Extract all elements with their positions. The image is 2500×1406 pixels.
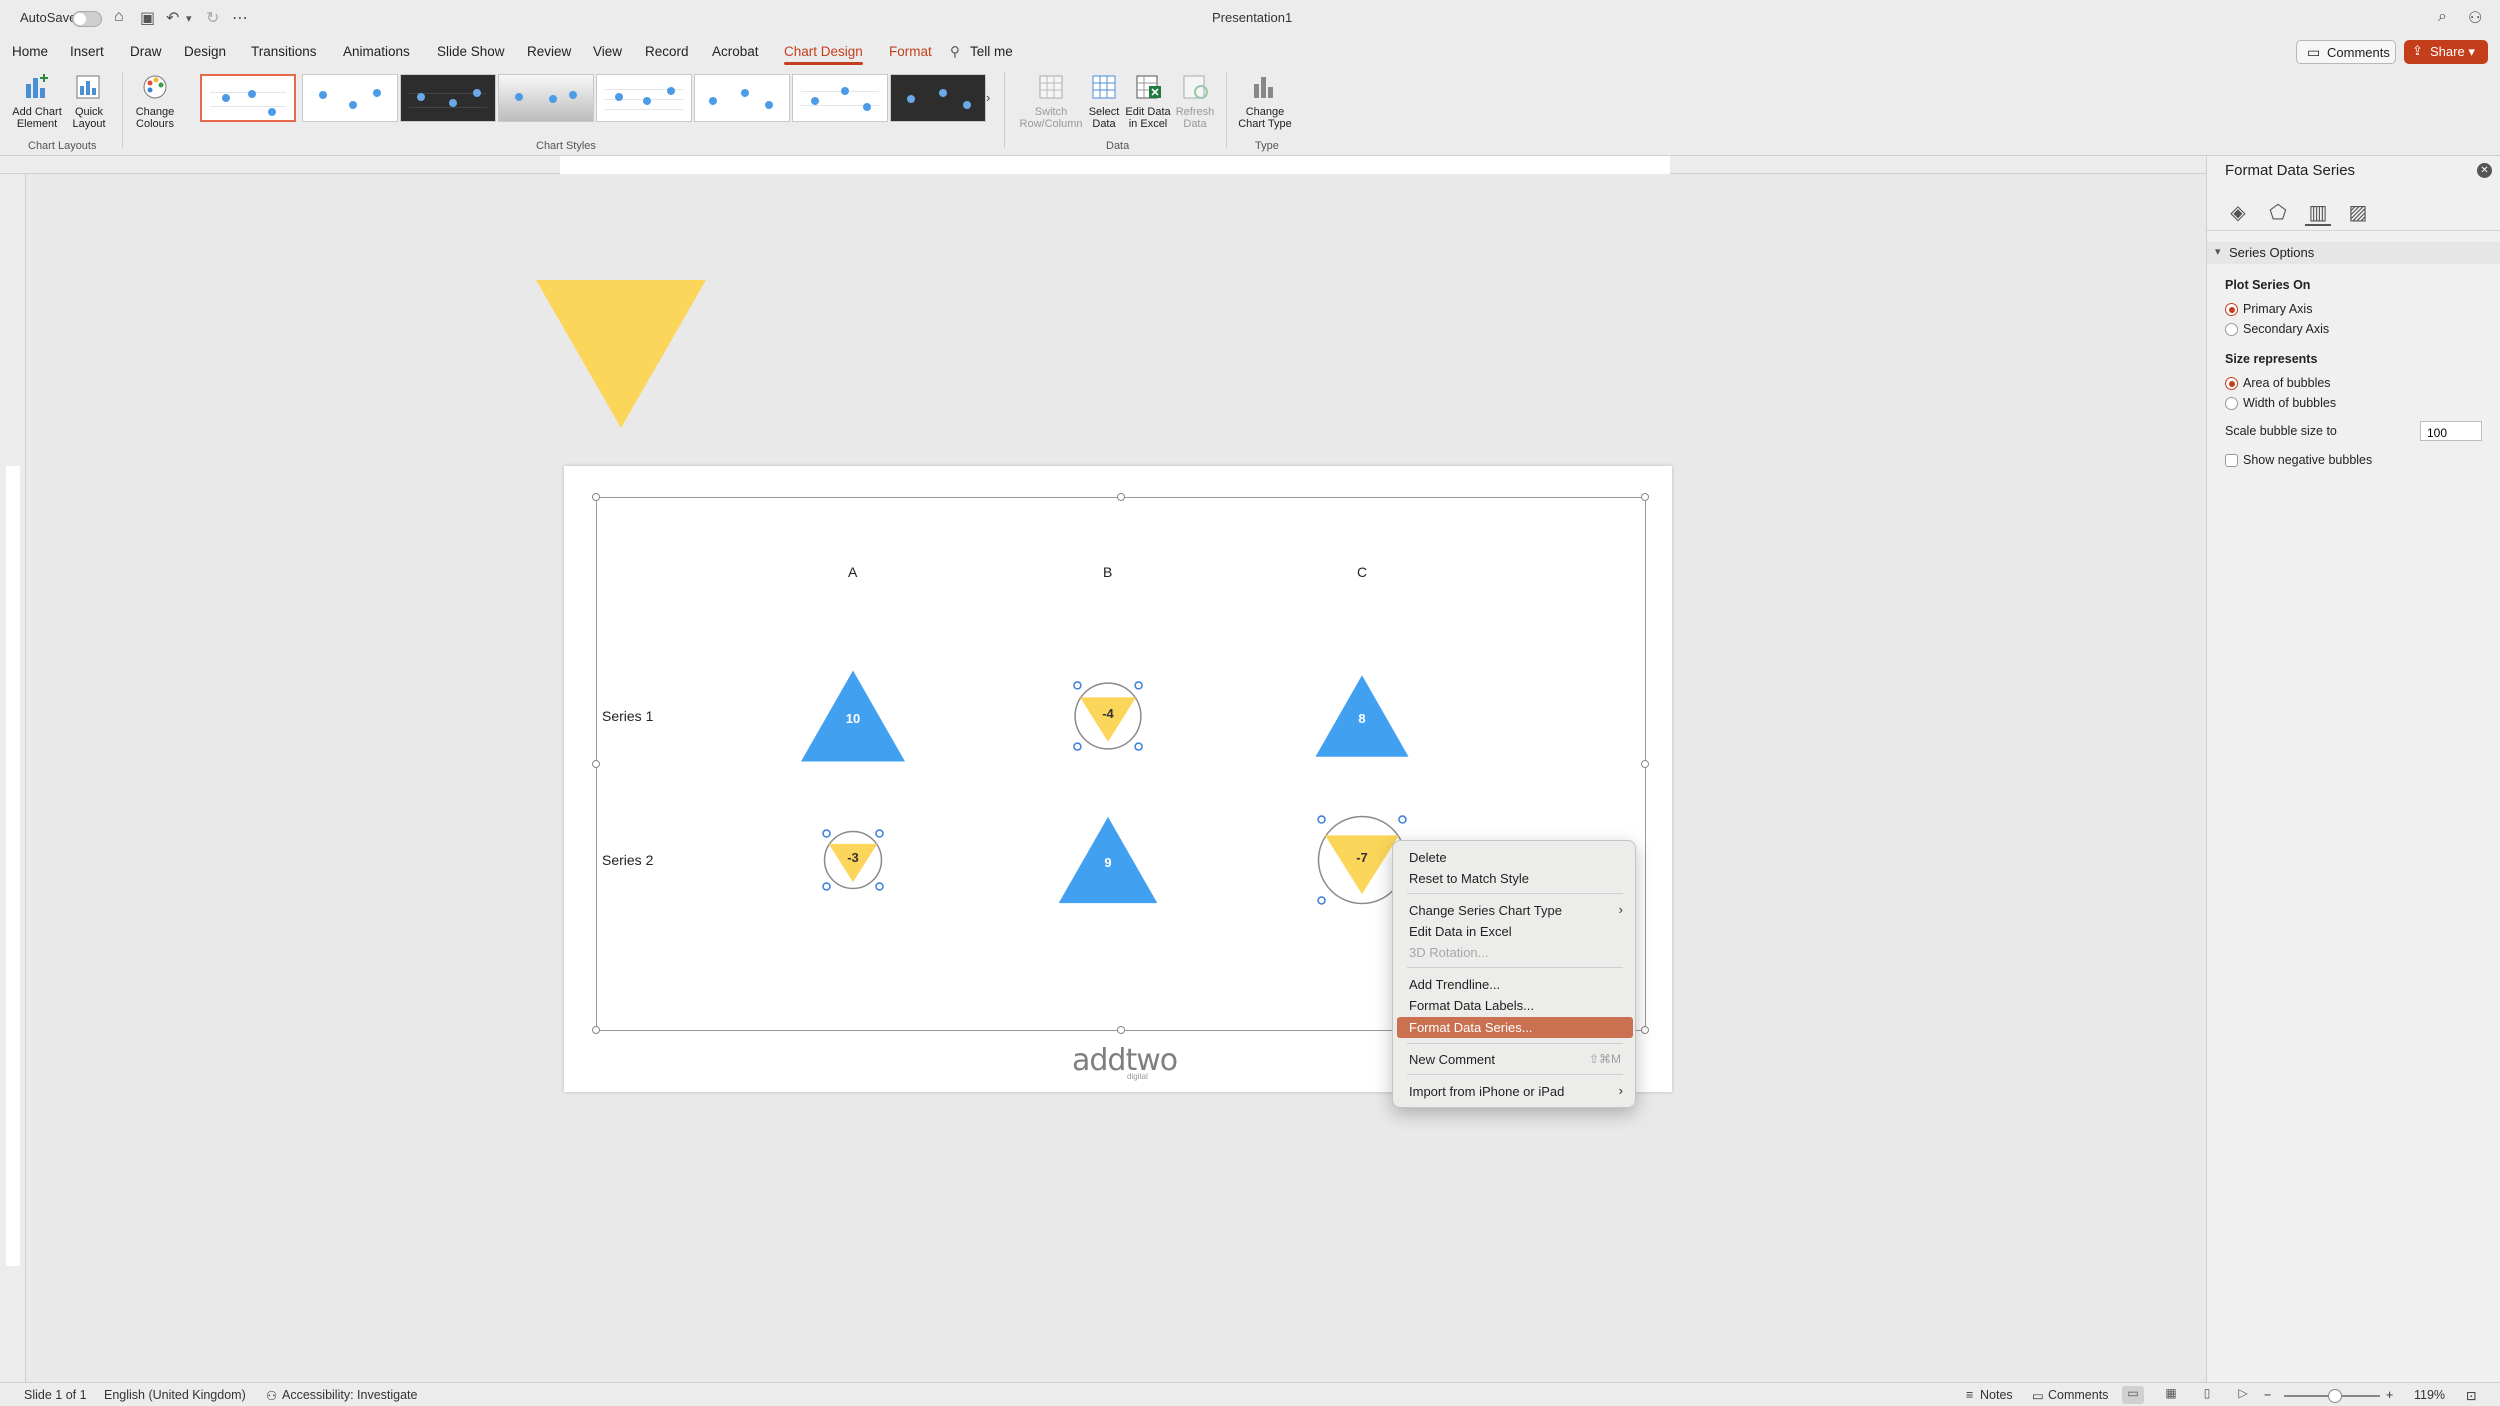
bubble-s2-a-selection-handle[interactable] (822, 882, 831, 891)
menu-item-delete[interactable]: Delete (1397, 847, 1633, 868)
menu-item-change-series-chart-type[interactable]: Change Series Chart Type › (1397, 900, 1633, 921)
scale-bubble-size-label: Scale bubble size to (2225, 424, 2337, 438)
zoom-in-icon[interactable]: + (2386, 1388, 2393, 1402)
bubble-s2-a-selection-handle[interactable] (875, 882, 884, 891)
notes-icon: ≡ (1966, 1388, 1974, 1402)
width-of-bubbles-radio[interactable]: Width of bubbles (2225, 396, 2336, 410)
menu-item-label: Reset to Match Style (1409, 871, 1529, 886)
effects-pentagon-icon[interactable]: ⬠ (2265, 200, 2291, 226)
menu-item-label: Change Series Chart Type (1409, 903, 1562, 918)
pane-tab-divider (2207, 230, 2500, 231)
primary-axis-label: Primary Axis (2243, 302, 2313, 316)
menu-separator (1407, 967, 1623, 968)
menu-item-label: Format Data Series... (1409, 1020, 1533, 1035)
menu-item-format-data-series[interactable]: Format Data Series... (1397, 1017, 1633, 1038)
bubble-s2-b-data-label[interactable]: 9 (1088, 855, 1128, 870)
bubble-s1-b-selection-handle[interactable] (1073, 742, 1082, 751)
menu-item-reset-to-match-style[interactable]: Reset to Match Style (1397, 868, 1633, 889)
menu-item-label: Import from iPhone or iPad (1409, 1084, 1565, 1099)
menu-item-label: Edit Data in Excel (1409, 924, 1512, 939)
bubble-s2-a-selection-handle[interactable] (822, 829, 831, 838)
menu-item-label: New Comment (1409, 1052, 1495, 1067)
bubble-s2-c-selection-handle[interactable] (1398, 815, 1407, 824)
series-options-label: Series Options (2229, 245, 2315, 260)
addtwo-logo: addtwo (1072, 1043, 1178, 1078)
slide-sorter-icon[interactable]: ▦ (2160, 1386, 2182, 1404)
submenu-arrow-icon: › (1618, 1083, 1623, 1098)
area-of-bubbles-radio[interactable]: Area of bubbles (2225, 376, 2331, 390)
series-options-icon[interactable]: ▥ (2305, 200, 2331, 226)
primary-axis-radio[interactable]: Primary Axis (2225, 302, 2312, 316)
plot-series-on-heading: Plot Series On (2225, 278, 2311, 292)
secondary-axis-radio[interactable]: Secondary Axis (2225, 322, 2329, 336)
radio-unselected[interactable] (2225, 323, 2238, 336)
picture-icon[interactable]: ▨ (2345, 200, 2371, 226)
menu-item-label: Add Trendline... (1409, 977, 1501, 992)
menu-item-label: Format Data Labels... (1409, 998, 1534, 1013)
bubble-s1-b-selection-handle[interactable] (1134, 742, 1143, 751)
fill-line-icon[interactable]: ◈ (2225, 200, 2251, 226)
bubble-s1-a-data-label[interactable]: 10 (833, 711, 873, 726)
show-negative-bubbles-checkbox[interactable]: Show negative bubbles (2225, 453, 2372, 467)
normal-view-icon[interactable]: ▭ (2122, 1386, 2144, 1404)
menu-separator (1407, 893, 1623, 894)
notes-button[interactable]: Notes (1980, 1388, 2013, 1402)
context-menu: Delete Reset to Match Style Change Serie… (1392, 840, 1636, 1108)
radio-selected[interactable] (2225, 303, 2238, 316)
menu-item-label: Delete (1409, 850, 1447, 865)
status-bar: Slide 1 of 1 English (United Kingdom) ⚇ … (0, 1382, 2500, 1406)
comments-icon: ▭ (2032, 1389, 2044, 1403)
comments-status-button[interactable]: Comments (2048, 1388, 2108, 1402)
slide-counter: Slide 1 of 1 (24, 1388, 87, 1402)
show-negative-bubbles-label: Show negative bubbles (2243, 453, 2373, 467)
menu-item-label: 3D Rotation... (1409, 945, 1489, 960)
bubble-s2-a-data-label[interactable]: -3 (833, 850, 873, 865)
bubble-plot[interactable] (0, 0, 2500, 1406)
accessibility-status[interactable]: Accessibility: Investigate (282, 1388, 417, 1402)
bubble-s1-c-data-label[interactable]: 8 (1342, 711, 1382, 726)
language-indicator[interactable]: English (United Kingdom) (104, 1388, 246, 1402)
format-data-series-pane: Format Data Series ✕ ◈ ⬠ ▥ ▨ ▾ Series Opt… (2206, 156, 2500, 1382)
addtwo-logo-sub: digital (1127, 1072, 1148, 1081)
bubble-s2-a-selection-handle[interactable] (875, 829, 884, 838)
menu-item-edit-data-in-excel[interactable]: Edit Data in Excel (1397, 921, 1633, 942)
bubble-s1-b-selection-handle[interactable] (1134, 681, 1143, 690)
size-represents-heading: Size represents (2225, 352, 2318, 366)
zoom-out-icon[interactable]: − (2264, 1388, 2271, 1402)
bubble-s2-c-data-label[interactable]: -7 (1342, 850, 1382, 865)
menu-separator (1407, 1074, 1623, 1075)
menu-item-3d-rotation[interactable]: 3D Rotation... (1397, 942, 1633, 963)
menu-item-format-data-labels[interactable]: Format Data Labels... (1397, 995, 1633, 1016)
width-of-bubbles-label: Width of bubbles (2243, 396, 2337, 410)
bubble-s2-c-selection-handle[interactable] (1317, 896, 1326, 905)
menu-item-add-trendline[interactable]: Add Trendline... (1397, 974, 1633, 995)
reading-view-icon[interactable]: ▯ (2196, 1386, 2218, 1404)
accessibility-icon: ⚇ (266, 1389, 278, 1403)
menu-item-shortcut: ⇧⌘M (1588, 1052, 1621, 1066)
radio-unselected[interactable] (2225, 397, 2238, 410)
chevron-down-icon: ▾ (2215, 246, 2221, 258)
bubble-s2-c-selection-handle[interactable] (1317, 815, 1326, 824)
menu-item-import-from-iphone[interactable]: Import from iPhone or iPad › (1397, 1081, 1633, 1102)
submenu-arrow-icon: › (1618, 902, 1623, 917)
zoom-slider-knob[interactable] (2328, 1389, 2342, 1403)
close-icon[interactable]: ✕ (2477, 163, 2492, 178)
series-options-header[interactable]: ▾ Series Options (2207, 242, 2500, 264)
bubble-s1-b-selection-handle[interactable] (1073, 681, 1082, 690)
menu-item-new-comment[interactable]: New Comment ⇧⌘M (1397, 1049, 1633, 1070)
fit-to-window-icon[interactable]: ⊡ (2466, 1388, 2476, 1403)
zoom-level[interactable]: 119% (2414, 1388, 2445, 1402)
bubble-s1-b-data-label[interactable]: -4 (1088, 706, 1128, 721)
pane-title: Format Data Series (2225, 162, 2356, 179)
scale-bubble-size-input[interactable] (2420, 421, 2482, 441)
radio-selected[interactable] (2225, 377, 2238, 390)
menu-separator (1407, 1043, 1623, 1044)
slideshow-icon[interactable]: ▷ (2232, 1386, 2254, 1404)
area-of-bubbles-label: Area of bubbles (2243, 376, 2331, 390)
checkbox[interactable] (2225, 454, 2238, 467)
secondary-axis-label: Secondary Axis (2243, 322, 2330, 336)
